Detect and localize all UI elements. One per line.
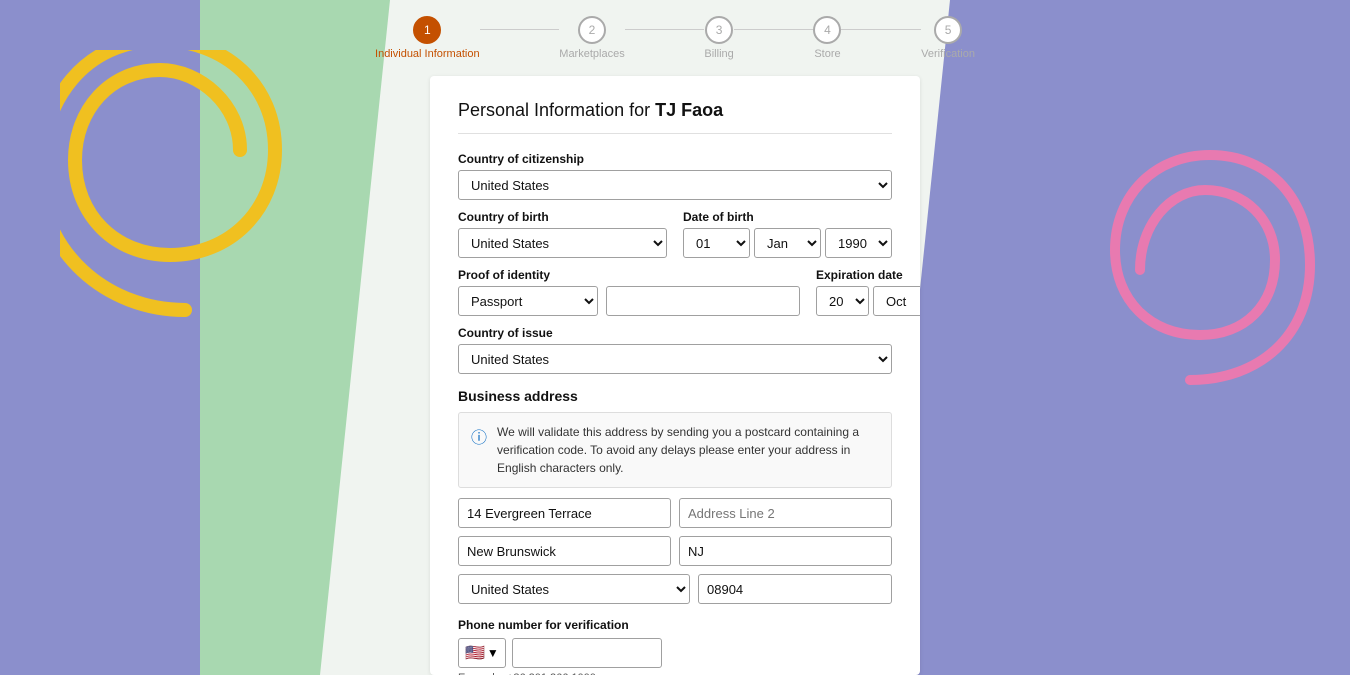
- info-icon: ⓘ: [471, 424, 487, 448]
- flag-emoji: 🇺🇸: [465, 643, 485, 663]
- citizenship-group: Country of citizenship United States Can…: [458, 152, 892, 200]
- progress-bar: 1 Individual Information 2 Marketplaces …: [375, 8, 975, 60]
- dob-selects: 010203 JanFebMar AprMayJun JulAugSep Oct…: [683, 228, 892, 258]
- birth-country-label: Country of birth: [458, 210, 667, 224]
- country-zip-row: United States Canada: [458, 574, 892, 604]
- phone-label: Phone number for verification: [458, 618, 892, 632]
- step-circle-4: 4: [813, 16, 841, 44]
- address-line2-input[interactable]: [679, 498, 892, 528]
- country-issue-label: Country of issue: [458, 326, 892, 340]
- step-line-4-5: [841, 29, 921, 30]
- birth-country-group: Country of birth United States Canada: [458, 210, 667, 258]
- phone-row: 🇺🇸 ▼: [458, 638, 892, 668]
- step-3: 3 Billing: [704, 16, 733, 60]
- birth-country-select[interactable]: United States Canada: [458, 228, 667, 258]
- state-input[interactable]: [679, 536, 892, 566]
- country-issue-group: Country of issue United States Canada: [458, 326, 892, 374]
- exp-day-select[interactable]: 200115: [816, 286, 869, 316]
- step-2: 2 Marketplaces: [559, 16, 624, 60]
- phone-input[interactable]: [512, 638, 662, 668]
- step-line-2-3: [625, 29, 705, 30]
- step-label-5: Verification: [921, 48, 975, 60]
- address-line1-input[interactable]: [458, 498, 671, 528]
- proof-label: Proof of identity: [458, 268, 800, 282]
- form-card: Personal Information for TJ Faoa Country…: [430, 76, 920, 675]
- address-country-select[interactable]: United States Canada: [458, 574, 690, 604]
- expiration-group: Expiration date 200115 OctJanFeb 2023202…: [816, 268, 920, 316]
- step-5: 5 Verification: [921, 16, 975, 60]
- step-1: 1 Individual Information: [375, 16, 480, 60]
- citizenship-select[interactable]: United States Canada United Kingdom: [458, 170, 892, 200]
- exp-month-select[interactable]: OctJanFeb: [873, 286, 920, 316]
- dob-year-select[interactable]: 199019911985: [825, 228, 892, 258]
- step-line-3-4: [734, 29, 814, 30]
- step-circle-5: 5: [934, 16, 962, 44]
- proof-number-input[interactable]: [606, 286, 800, 316]
- step-4: 4 Store: [813, 16, 841, 60]
- proof-type-select[interactable]: Passport Driver's License National ID: [458, 286, 598, 316]
- step-circle-3: 3: [705, 16, 733, 44]
- proof-row: Proof of identity Passport Driver's Lice…: [458, 268, 892, 316]
- step-circle-1: 1: [413, 16, 441, 44]
- phone-flag-dropdown[interactable]: 🇺🇸 ▼: [458, 638, 506, 668]
- proof-group: Proof of identity Passport Driver's Lice…: [458, 268, 800, 316]
- city-state-row: [458, 536, 892, 566]
- step-label-4: Store: [814, 48, 840, 60]
- info-text: We will validate this address by sending…: [497, 423, 879, 477]
- form-title: Personal Information for TJ Faoa: [458, 100, 892, 134]
- address-info-box: ⓘ We will validate this address by sendi…: [458, 412, 892, 488]
- step-label-2: Marketplaces: [559, 48, 624, 60]
- expiration-selects: 200115 OctJanFeb 202320242025: [816, 286, 920, 316]
- step-line-1-2: [480, 29, 560, 30]
- dob-label: Date of birth: [683, 210, 892, 224]
- city-input[interactable]: [458, 536, 671, 566]
- dropdown-arrow: ▼: [487, 646, 499, 660]
- business-address-section-title: Business address: [458, 388, 892, 404]
- expiration-label: Expiration date: [816, 268, 920, 282]
- step-circle-2: 2: [578, 16, 606, 44]
- country-issue-select[interactable]: United States Canada: [458, 344, 892, 374]
- zip-input[interactable]: [698, 574, 892, 604]
- dob-group: Date of birth 010203 JanFebMar AprMayJun…: [683, 210, 892, 258]
- step-label-3: Billing: [704, 48, 733, 60]
- proof-inputs: Passport Driver's License National ID: [458, 286, 800, 316]
- citizenship-label: Country of citizenship: [458, 152, 892, 166]
- dob-month-select[interactable]: JanFebMar AprMayJun JulAugSep OctNovDec: [754, 228, 821, 258]
- username: TJ Faoa: [655, 100, 723, 120]
- dob-day-select[interactable]: 010203: [683, 228, 750, 258]
- step-label-1: Individual Information: [375, 48, 480, 60]
- birth-row: Country of birth United States Canada Da…: [458, 210, 892, 258]
- address-line1-row: [458, 498, 892, 528]
- main-content: 1 Individual Information 2 Marketplaces …: [0, 0, 1350, 675]
